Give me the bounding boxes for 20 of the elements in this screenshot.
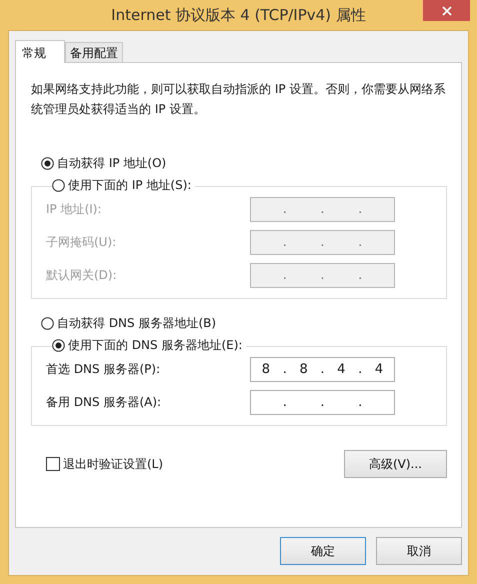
close-icon xyxy=(442,6,452,16)
field-label: 默认网关(D): xyxy=(46,267,117,284)
radio-button[interactable]: 自动获得 IP 地址(O) xyxy=(41,155,166,172)
description-text: 如果网络支持此功能，则可以获取自动指派的 IP 设置。否则，你需要从网络系统管理员处获得适当的 IP 设置。 xyxy=(31,81,446,118)
field-label: 备用 DNS 服务器(A): xyxy=(46,394,162,411)
ip-address-field[interactable]: . . . xyxy=(250,390,395,415)
tab[interactable]: 常规 xyxy=(15,40,65,63)
tab[interactable]: 备用配置 xyxy=(65,42,123,62)
radio-button[interactable]: 使用下面的 DNS 服务器地址(E): xyxy=(52,337,242,354)
dialog-button[interactable]: 确定 xyxy=(280,537,366,565)
dialog-button[interactable]: 取消 xyxy=(376,537,462,565)
field-label: IP 地址(I): xyxy=(46,201,102,218)
field-label: 子网掩码(U): xyxy=(46,234,116,251)
close-button[interactable] xyxy=(423,0,470,21)
advanced-button[interactable]: 高级(V)... xyxy=(344,450,447,478)
window-title: Internet 协议版本 4 (TCP/IPv4) 属性 xyxy=(111,6,366,24)
ip-address-field[interactable]: 8 . 8 . 4 . 4 xyxy=(250,357,395,382)
field-label: 首选 DNS 服务器(P): xyxy=(46,361,160,378)
radio-button[interactable]: 自动获得 DNS 服务器地址(B) xyxy=(41,315,216,332)
checkbox[interactable]: 退出时验证设置(L) xyxy=(46,456,164,472)
